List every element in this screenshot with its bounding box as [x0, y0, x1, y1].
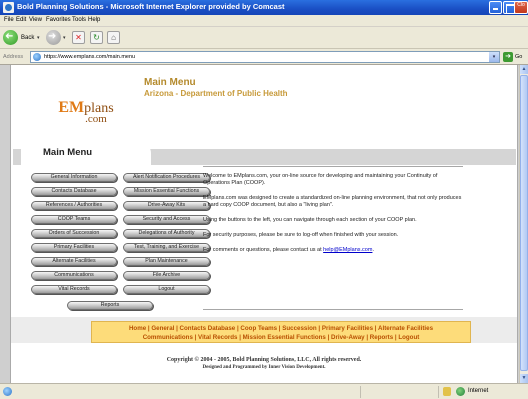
menu-view[interactable]: View [29, 17, 42, 23]
globe-icon [456, 387, 465, 396]
communications-button[interactable]: Communications [31, 271, 117, 280]
back-label[interactable]: Back [21, 35, 34, 41]
menu-bar: File Edit View Favorites Tools Help [0, 15, 528, 27]
plan-maintenance-button[interactable]: Plan Maintenance [123, 257, 210, 266]
scroll-down-icon[interactable]: ▼ [520, 374, 528, 383]
address-bar: Address https://www.emplans.com/main.men… [0, 49, 528, 65]
address-dropdown-icon[interactable]: ▾ [489, 52, 499, 62]
home-icon[interactable]: ⌂ [107, 31, 120, 44]
security-zone-label: Internet [468, 388, 489, 394]
file-archive-button[interactable]: File Archive [123, 271, 210, 280]
status-bar: Internet [0, 383, 528, 399]
copyright-line-1: Copyright © 2004 - 2005, Bold Planning S… [166, 357, 362, 363]
welcome-paragraph-2: EMplans.com was designed to create a sta… [203, 195, 462, 208]
menu-help[interactable]: Help [88, 17, 100, 23]
ie-status-icon [3, 387, 12, 396]
security-and-access-button[interactable]: Security and Access [123, 215, 210, 224]
menu-favorites[interactable]: Favorites [46, 17, 71, 23]
welcome-paragraph-5: For comments or questions, please contac… [203, 247, 463, 254]
menu-edit[interactable]: Edit [16, 17, 26, 23]
references-authorities-button[interactable]: References / Authorities [31, 201, 117, 210]
page-title: Main Menu [144, 77, 196, 88]
welcome-paragraph-3: Using the buttons to the left, you can n… [203, 217, 417, 223]
status-separator [360, 386, 361, 398]
back-arrow-icon[interactable] [3, 30, 18, 45]
address-url[interactable]: https://www.emplans.com/main.menu [44, 54, 135, 60]
scroll-up-icon[interactable]: ▲ [520, 65, 528, 74]
welcome-paragraph-1: Welcome to EMplans.com, your on-line sou… [203, 173, 438, 186]
emplans-logo: EMplans .com [51, 99, 121, 131]
forward-arrow-icon[interactable] [46, 30, 61, 45]
footer-nav-line-1[interactable]: Home | General | Contacts Database | Coo… [129, 325, 433, 332]
minimize-button[interactable] [489, 1, 502, 14]
logout-button[interactable]: Logout [123, 285, 210, 294]
copyright-line-2: Designed and Programmed by Inner Vision … [202, 365, 326, 370]
address-input[interactable]: https://www.emplans.com/main.menu ▾ [30, 51, 500, 63]
vital-records-button[interactable]: Vital Records [31, 285, 117, 294]
menu-tools[interactable]: Tools [72, 17, 86, 23]
divider-bottom [203, 309, 463, 310]
delegations-of-authority-button[interactable]: Delegations of Authority [123, 229, 210, 238]
forward-dropdown-icon[interactable]: ▾ [63, 35, 66, 41]
footer-navigation: Home | General | Contacts Database | Coo… [91, 321, 471, 343]
alternate-facilities-button[interactable]: Alternate Facilities [31, 257, 117, 266]
address-label: Address [3, 54, 24, 60]
main-menu-tab-label: Main Menu [43, 147, 93, 158]
window-title: Bold Planning Solutions - Microsoft Inte… [17, 2, 285, 11]
vertical-scrollbar[interactable]: ▲ ▼ [519, 65, 528, 383]
toolbar: Back ▾ ▾ ✕ ↻ ⌂ [0, 27, 528, 49]
go-arrow-icon[interactable]: ➜ [503, 52, 513, 62]
go-label[interactable]: Go [515, 54, 522, 60]
menu-file[interactable]: File [4, 17, 14, 23]
scroll-thumb[interactable] [520, 75, 528, 371]
refresh-icon[interactable]: ↻ [90, 31, 103, 44]
drive-away-kits-button[interactable]: Drive-Away Kits [123, 201, 210, 210]
window-title-bar: Bold Planning Solutions - Microsoft Inte… [0, 0, 528, 15]
primary-facilities-button[interactable]: Primary Facilities [31, 243, 117, 252]
back-dropdown-icon[interactable]: ▾ [37, 35, 40, 41]
reports-button[interactable]: Reports [67, 301, 153, 310]
page-subtitle: Arizona - Department of Public Health [144, 89, 288, 98]
welcome-text: Welcome to EMplans.com, your on-line sou… [203, 173, 463, 262]
mission-essential-functions-button[interactable]: Mission Essential Functions [123, 187, 210, 196]
contact-prefix: For comments or questions, please contac… [203, 247, 324, 253]
divider-top [203, 166, 463, 167]
status-separator [438, 386, 439, 398]
general-information-button[interactable]: General Information [31, 173, 117, 182]
logo-em: EM [58, 99, 85, 116]
coop-teams-button[interactable]: COOP Teams [31, 215, 117, 224]
close-button[interactable]: Clo [514, 1, 528, 14]
contacts-database-button[interactable]: Contacts Database [31, 187, 117, 196]
browser-content: EMplans .com Main Menu Arizona - Departm… [0, 65, 528, 383]
stop-icon[interactable]: ✕ [72, 31, 85, 44]
alert-notification-procedures-button[interactable]: Alert Notification Procedures [123, 173, 210, 182]
main-menu-tab: Main Menu [21, 143, 151, 165]
orders-of-succession-button[interactable]: Orders of Succession [31, 229, 117, 238]
page: EMplans .com Main Menu Arizona - Departm… [10, 65, 518, 383]
footer-nav-line-2[interactable]: Communications | Vital Records | Mission… [143, 334, 420, 341]
page-icon [33, 53, 41, 61]
test-training-exercise-button[interactable]: Test, Training, and Exercise [123, 243, 210, 252]
help-email-link[interactable]: help@EMplans.com [323, 247, 372, 253]
close-tooltip-label: Clo [517, 2, 525, 8]
contact-suffix: . [372, 247, 374, 253]
welcome-paragraph-4: For security purposes, please be sure to… [203, 232, 399, 238]
lock-icon [443, 387, 451, 396]
ie-icon [3, 2, 14, 13]
